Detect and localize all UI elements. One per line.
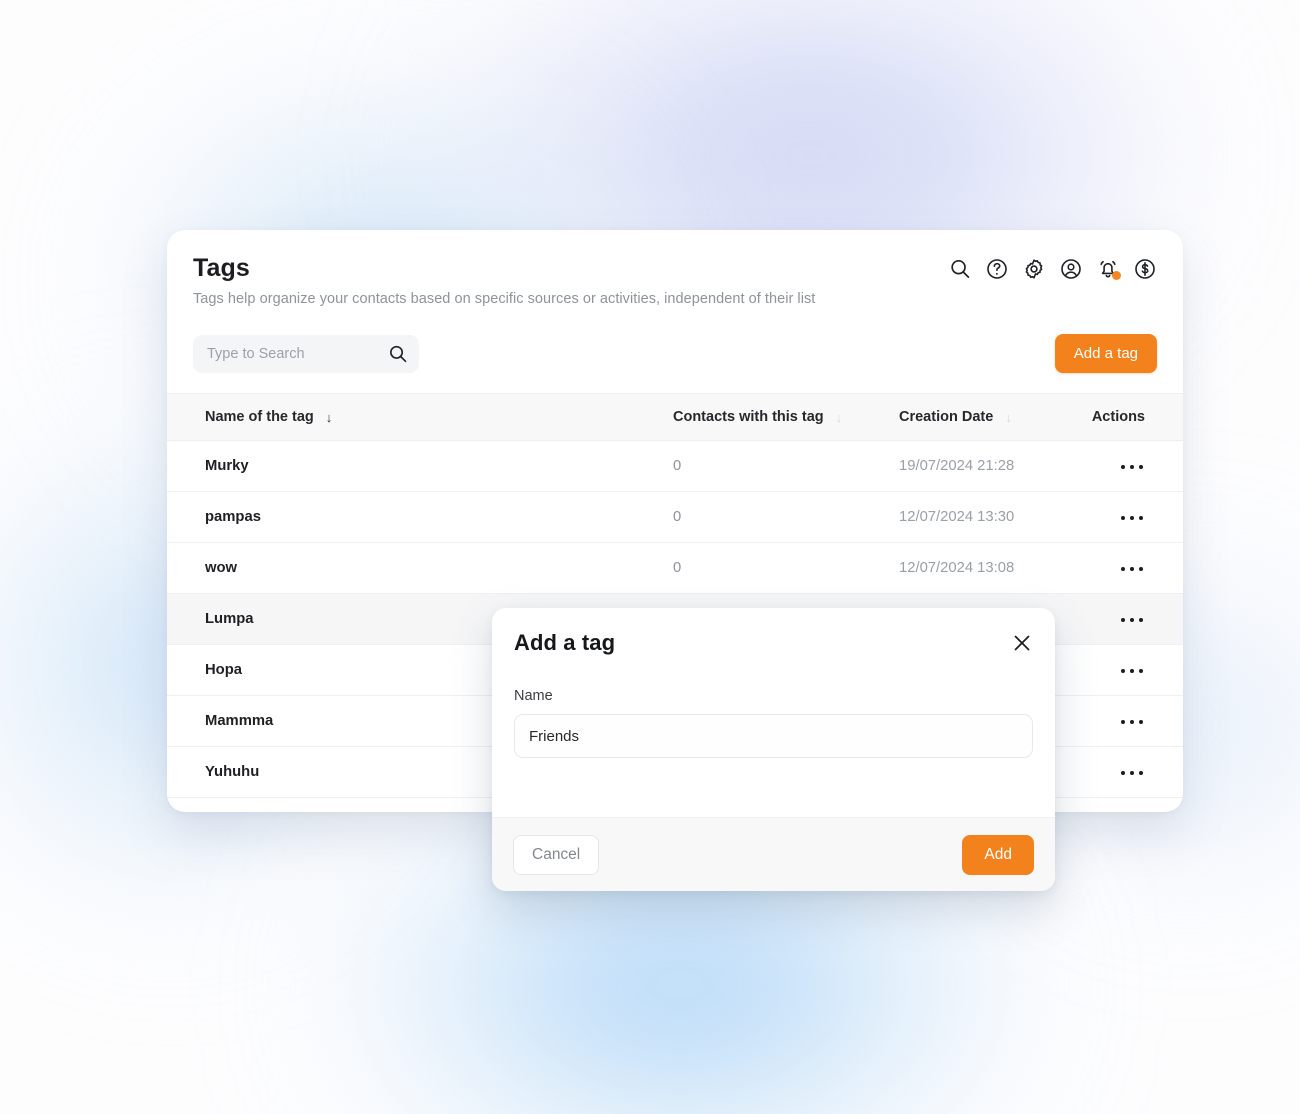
- search-box[interactable]: [193, 334, 419, 373]
- cell-actions: [1067, 746, 1183, 798]
- table-row[interactable]: Murky 0 19/07/2024 21:28: [167, 440, 1183, 492]
- gear-icon[interactable]: [1022, 257, 1046, 281]
- cell-contacts-count: 0: [665, 440, 891, 492]
- sort-icon[interactable]: ↓: [1005, 411, 1012, 424]
- help-circle-icon[interactable]: [985, 257, 1009, 281]
- notification-badge-dot: [1112, 271, 1121, 280]
- column-header-actions-label: Actions: [1091, 409, 1145, 425]
- tag-name-input[interactable]: [514, 714, 1033, 758]
- cell-actions: [1067, 491, 1183, 543]
- row-actions-menu-icon[interactable]: [1113, 510, 1151, 526]
- cell-actions: [1067, 644, 1183, 696]
- search-icon[interactable]: [948, 257, 972, 281]
- cell-creation-date: 12/07/2024 13:30: [891, 491, 1067, 543]
- column-header-actions: Actions: [1067, 393, 1183, 441]
- column-header-contacts[interactable]: Contacts with this tag ↓: [665, 393, 891, 441]
- cell-creation-date: 19/07/2024 21:28: [891, 440, 1067, 492]
- table-row[interactable]: wow 0 12/07/2024 13:08: [167, 542, 1183, 594]
- row-actions-menu-icon[interactable]: [1113, 612, 1151, 628]
- bell-icon[interactable]: [1096, 257, 1121, 281]
- cell-actions: [1067, 440, 1183, 492]
- table-toolbar: Add a tag: [193, 334, 1157, 373]
- page-subtitle: Tags help organize your contacts based o…: [193, 291, 816, 307]
- column-header-contacts-label: Contacts with this tag: [673, 409, 824, 425]
- cell-contacts-count: 0: [665, 542, 891, 594]
- cell-creation-date: 12/07/2024 13:08: [891, 542, 1067, 594]
- sort-icon[interactable]: ↓: [836, 411, 843, 424]
- header-icon-bar: [948, 257, 1157, 281]
- dollar-circle-icon[interactable]: [1133, 257, 1157, 281]
- cell-actions: [1067, 593, 1183, 645]
- close-icon[interactable]: [1009, 630, 1035, 656]
- row-actions-menu-icon[interactable]: [1113, 663, 1151, 679]
- cell-actions: [1067, 542, 1183, 594]
- row-actions-menu-icon[interactable]: [1113, 714, 1151, 730]
- submit-add-button[interactable]: Add: [962, 834, 1034, 875]
- user-circle-icon[interactable]: [1059, 257, 1083, 281]
- sort-desc-icon[interactable]: ↓: [326, 411, 333, 424]
- page-header: Tags Tags help organize your contacts ba…: [167, 230, 1183, 307]
- cell-actions: [1067, 695, 1183, 747]
- search-icon[interactable]: [387, 343, 409, 365]
- add-tag-dialog: Add a tag Name Cancel Add: [492, 608, 1055, 891]
- cell-tag-name: Murky: [167, 440, 665, 492]
- dialog-footer: Cancel Add: [492, 817, 1055, 891]
- dialog-body: Add a tag Name: [492, 608, 1055, 817]
- search-input[interactable]: [193, 334, 419, 373]
- table-row[interactable]: pampas 0 12/07/2024 13:30: [167, 491, 1183, 543]
- add-tag-button[interactable]: Add a tag: [1054, 334, 1157, 373]
- row-actions-menu-icon[interactable]: [1113, 561, 1151, 577]
- column-header-creation-date[interactable]: Creation Date ↓: [891, 393, 1067, 441]
- row-actions-menu-icon[interactable]: [1113, 765, 1151, 781]
- cell-tag-name: pampas: [167, 491, 665, 543]
- row-actions-menu-icon[interactable]: [1113, 459, 1151, 475]
- cell-tag-name: wow: [167, 542, 665, 594]
- column-header-name[interactable]: Name of the tag ↓: [167, 393, 665, 441]
- table-header-row: Name of the tag ↓ Contacts with this tag…: [167, 393, 1183, 441]
- column-header-creation-date-label: Creation Date: [899, 409, 994, 425]
- cell-contacts-count: 0: [665, 491, 891, 543]
- column-header-name-label: Name of the tag: [205, 409, 314, 425]
- cancel-button[interactable]: Cancel: [513, 834, 600, 875]
- screen: Tags Tags help organize your contacts ba…: [0, 0, 1300, 1114]
- name-field-label: Name: [514, 688, 553, 704]
- dialog-title: Add a tag: [514, 630, 616, 655]
